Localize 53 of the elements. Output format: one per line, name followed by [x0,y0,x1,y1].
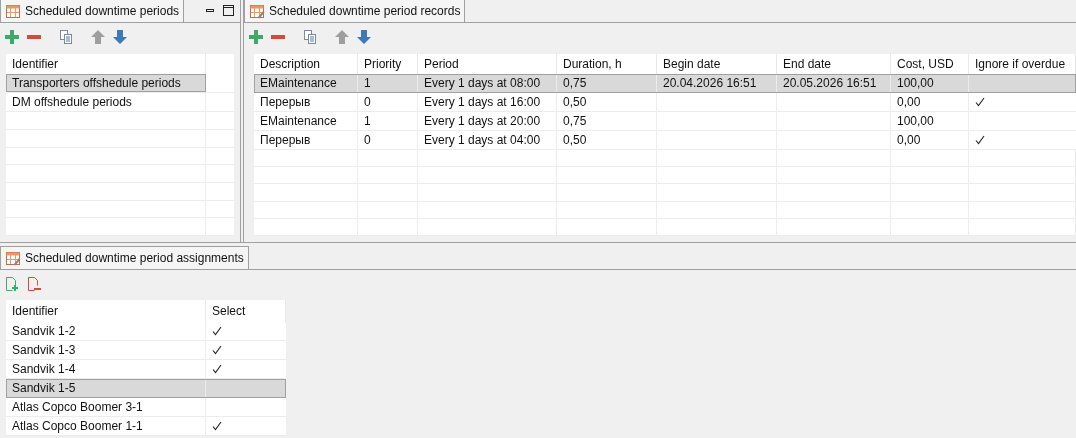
table-cell-text: Atlas Copco Boomer 3-1 [12,399,143,416]
list-row[interactable]: Sandvik 1-5 [6,379,286,398]
table-cell-text: 20.05.2026 16:51 [783,74,877,92]
table-cell-text: EMaintenance [260,74,337,92]
table-cell-text: Every 1 days at 16:00 [424,93,541,111]
table-cell-text: Atlas Copco Boomer 1-1 [12,418,143,435]
plus-icon[interactable] [2,27,22,47]
list-row[interactable]: Transporters offshedule periods [6,74,206,93]
list-row[interactable]: Atlas Copco Boomer 3-1 [6,398,286,417]
table-cell-text: Sandvik 1-5 [12,380,76,397]
table-cell-text: Every 1 days at 04:00 [424,131,541,149]
table-cell-text: 0,50 [563,93,587,111]
column-header[interactable]: Begin date [657,54,777,74]
column-header[interactable]: End date [777,54,891,74]
table-cell-text: 0 [364,93,371,111]
panel-tab[interactable]: Scheduled downtime period records [244,0,466,22]
table-icon [249,3,265,19]
column-header[interactable]: Description [254,54,358,74]
panel-tab[interactable]: Scheduled downtime period assignments [0,246,249,269]
table-icon [5,250,21,266]
list-row[interactable]: Sandvik 1-4 [6,360,286,379]
list-row[interactable]: Sandvik 1-3 [6,341,286,360]
table-cell-text: 0,75 [563,74,587,92]
table-cell-text: Sandvik 1-3 [12,342,76,359]
panel-tab[interactable]: Scheduled downtime periods [0,0,185,22]
table-cell-text: Перерыв [260,93,311,111]
table-cell-text: 0 [364,131,371,149]
table-row[interactable]: EMaintenance 1 Every 1 days at 08:00 0,75 20.04.2026 16:51 20.05.2026 16:51 100,00 [254,73,1076,93]
list-row[interactable]: Sandvik 1-2 [6,322,286,341]
table-cell-text: Sandvik 1-2 [12,323,76,340]
table-cell-text: Every 1 days at 20:00 [424,112,541,130]
table-cell-text: Every 1 days at 08:00 [424,74,541,92]
table-cell-text: 0,50 [563,131,587,149]
table-cell-text: Перерыв [260,131,311,149]
table-cell-text: EMaintenance [260,112,337,130]
maximize-icon[interactable] [223,5,234,16]
column-header[interactable]: Priority [358,54,418,74]
table-cell-text: 1 [364,112,371,130]
column-header[interactable]: Ignore if overdue [969,54,1076,74]
column-header[interactable]: Period [418,54,557,74]
table-cell-text: Sandvik 1-4 [12,361,76,378]
column-header[interactable]: Duration, h [557,54,657,74]
list-row[interactable]: Atlas Copco Boomer 1-1 [6,417,286,436]
table-cell-text: 1 [364,74,371,92]
table-icon [5,3,21,19]
table-cell-text: 100,00 [897,74,934,92]
table-cell-text: 0,00 [897,131,921,149]
plus-icon[interactable] [246,27,266,47]
table-cell-text: 100,00 [897,112,934,130]
table-cell-text: 0,75 [563,112,587,130]
table-cell-text: 0,00 [897,93,921,111]
table-cell-text: 20.04.2026 16:51 [663,74,757,92]
column-header[interactable]: Cost, USD [891,54,969,74]
